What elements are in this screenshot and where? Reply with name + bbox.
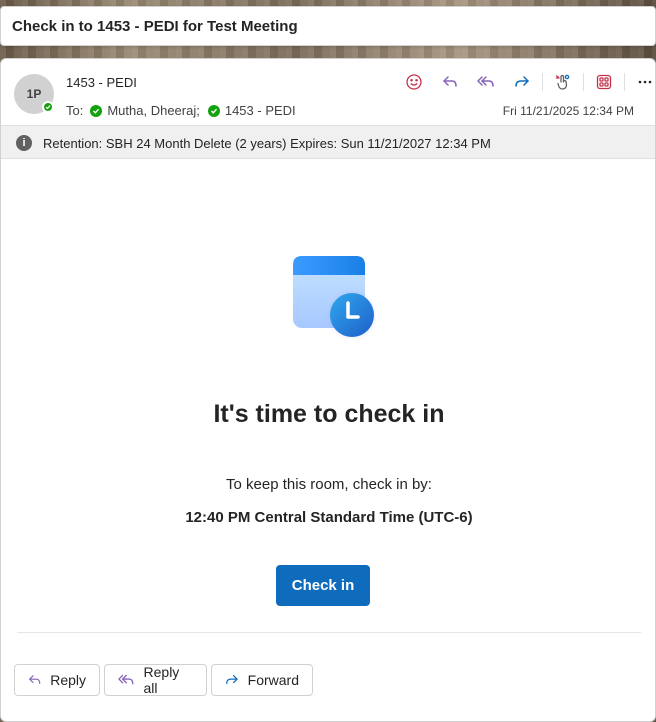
more-icon[interactable] (627, 70, 655, 94)
reply-icon[interactable] (432, 70, 468, 94)
info-icon: i (16, 135, 32, 151)
checkin-instruction: To keep this room, check in by: (226, 476, 432, 493)
toolbar-separator (542, 73, 543, 91)
avatar-initials: 1P (26, 87, 42, 101)
touch-icon[interactable] (545, 70, 581, 94)
presence-check-icon (207, 104, 220, 117)
check-in-button[interactable]: Check in (276, 565, 370, 606)
footer-divider (17, 632, 641, 633)
forward-label: Forward (247, 672, 299, 688)
window-title-bar: Check in to 1453 - PEDI for Test Meeting (0, 6, 656, 46)
retention-banner: i Retention: SBH 24 Month Delete (2 year… (1, 125, 655, 159)
presence-check-icon (90, 104, 103, 117)
recipient-mutha-dheeraj[interactable]: Mutha, Dheeraj; (107, 103, 200, 118)
reading-pane: 1P 1453 - PEDI To: Mutha, Dheeraj; 1453 … (0, 58, 656, 722)
checkin-deadline: 12:40 PM Central Standard Time (UTC-6) (185, 509, 473, 526)
recipients-line: To: Mutha, Dheeraj; 1453 - PEDI (66, 103, 304, 118)
reply-button[interactable]: Reply (14, 664, 100, 696)
message-header: 1P 1453 - PEDI To: Mutha, Dheeraj; 1453 … (1, 59, 655, 125)
sender-name[interactable]: 1453 - PEDI (66, 75, 137, 90)
reply-label: Reply (50, 672, 86, 688)
calendar-clock-icon (293, 256, 376, 339)
presence-available-icon (42, 101, 54, 113)
toolbar-separator (624, 73, 625, 91)
forward-icon[interactable] (504, 70, 540, 94)
apps-icon[interactable] (586, 70, 622, 94)
toolbar-separator (583, 73, 584, 91)
headline: It's time to check in (213, 400, 445, 428)
message-actions (396, 70, 655, 94)
forward-icon (226, 675, 238, 685)
reply-all-icon[interactable] (468, 70, 504, 94)
reply-all-label: Reply all (143, 664, 180, 696)
reply-all-icon (118, 674, 134, 685)
forward-button[interactable]: Forward (211, 664, 313, 696)
reply-all-button[interactable]: Reply all (104, 664, 207, 696)
to-label: To: (66, 103, 84, 118)
window-title: Check in to 1453 - PEDI for Test Meeting (12, 18, 298, 35)
recipient-1453-pedi[interactable]: 1453 - PEDI (225, 103, 296, 118)
emoji-icon[interactable] (396, 70, 432, 94)
reply-icon (29, 675, 41, 684)
retention-text: Retention: SBH 24 Month Delete (2 years)… (43, 136, 491, 151)
message-date: Fri 11/21/2025 12:34 PM (502, 104, 634, 118)
